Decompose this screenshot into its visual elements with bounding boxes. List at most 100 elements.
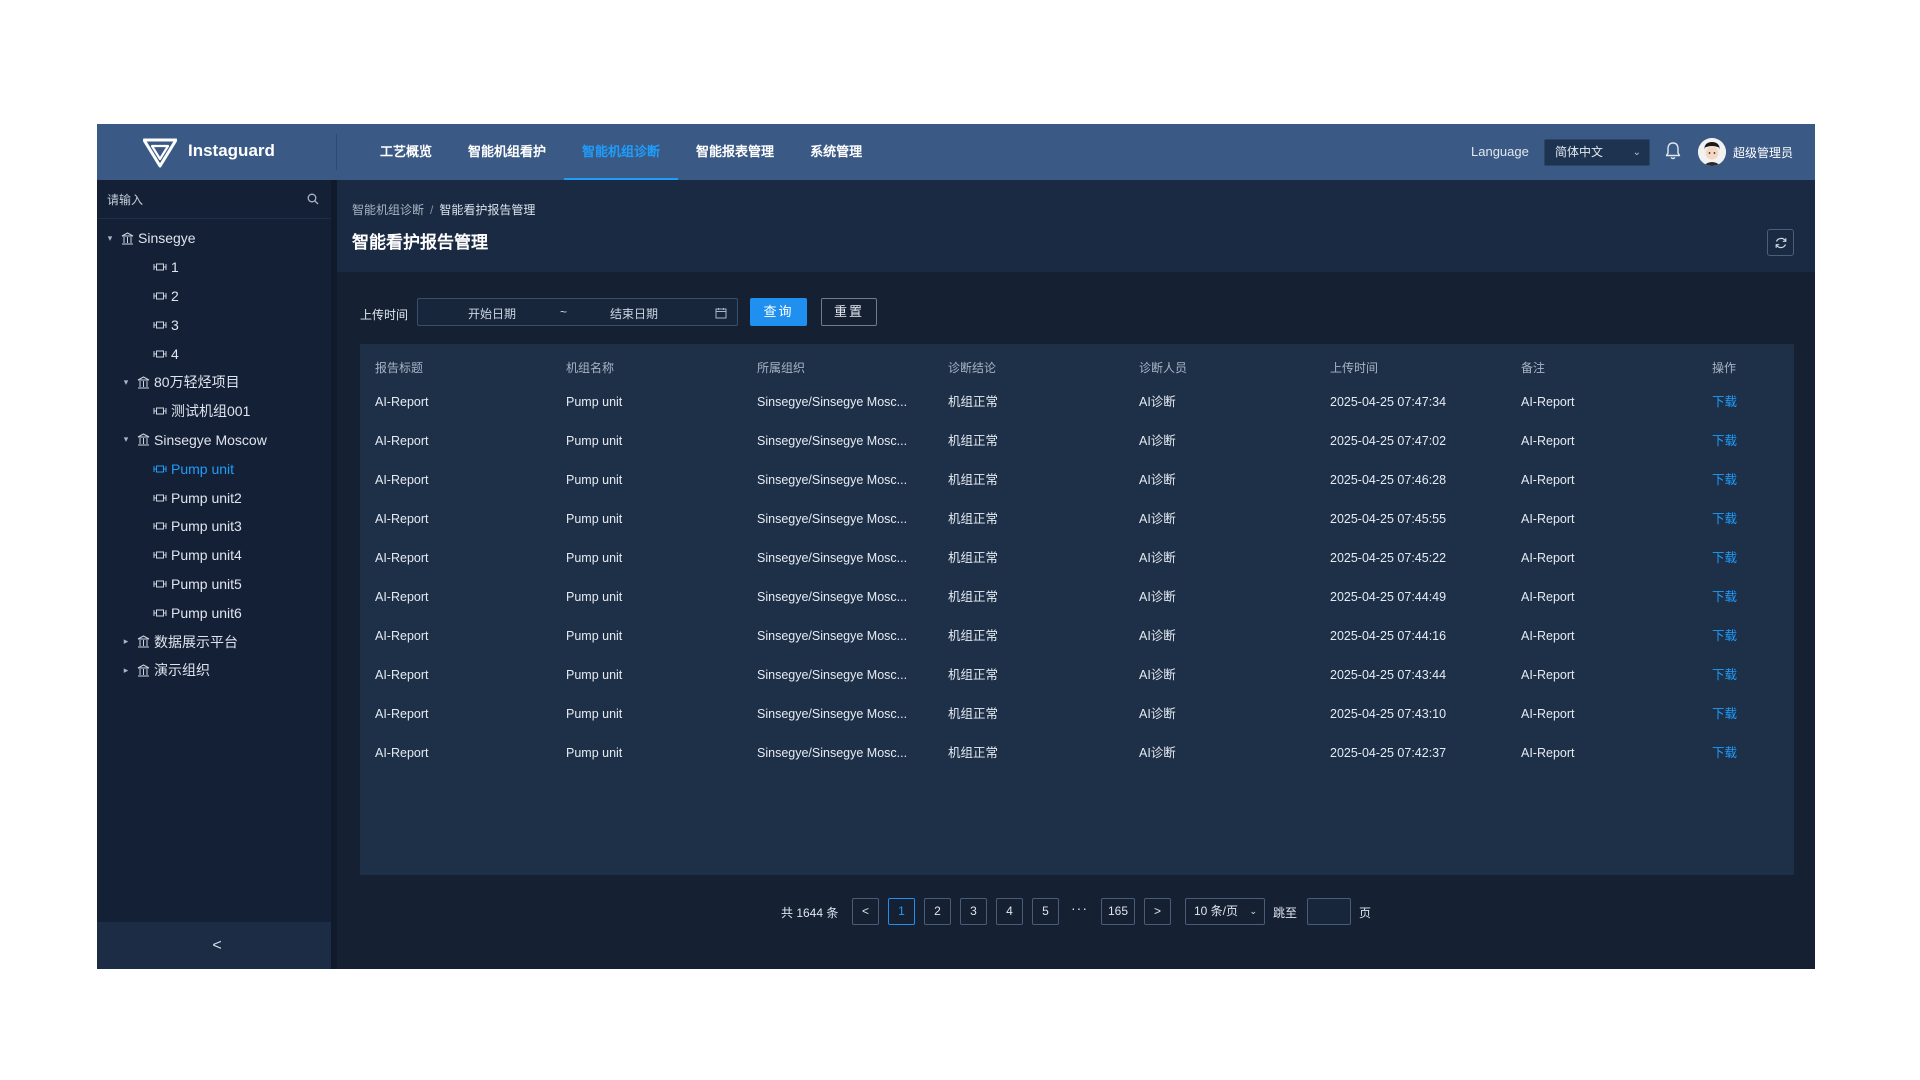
brand[interactable]: Instaguard (97, 124, 337, 180)
tree-node[interactable]: ▾Pump unit3 (97, 512, 331, 541)
bell-icon[interactable] (1664, 141, 1682, 161)
org-icon (137, 433, 150, 446)
org-tree: ▾ Sinsegye ▾1▾2▾3▾4 ▾ 80万轻烃项目 ▾测试机组001 ▾ Sinseg… (97, 224, 331, 685)
download-link[interactable]: 下载 (1712, 461, 1737, 500)
app-window: Instaguard 工艺概览 智能机组看护 智能机组诊断 智能报表管理 系统管… (97, 124, 1815, 969)
tree-node[interactable]: ▾ Sinsegye (97, 224, 331, 253)
diagnosis-result-cell: 机组正常 (948, 551, 999, 565)
download-link[interactable]: 下载 (1712, 656, 1737, 695)
reset-button[interactable]: 重置 (821, 298, 877, 326)
download-link[interactable]: 下载 (1712, 578, 1737, 617)
refresh-button[interactable] (1767, 229, 1794, 256)
download-link[interactable]: 下载 (1712, 695, 1737, 734)
caret-right-icon[interactable]: ▸ (121, 636, 131, 647)
download-link[interactable]: 下载 (1712, 500, 1737, 539)
diagnosis-result-cell: 机组正常 (948, 629, 999, 643)
pagination: 共 1644 条 < 1 2 3 4 5 ··· 165 > 10 条/页 ⌄ … (97, 898, 1815, 928)
refresh-icon (1775, 237, 1786, 248)
prev-page-button[interactable]: < (852, 898, 879, 925)
tree-node-label: Pump unit5 (171, 575, 242, 592)
download-link[interactable]: 下载 (1712, 734, 1737, 773)
tree-search-input[interactable] (105, 188, 299, 212)
diagnosis-result-cell: 机组正常 (948, 707, 999, 721)
collapse-sidebar-button[interactable]: < (97, 922, 337, 969)
download-link[interactable]: 下载 (1712, 383, 1737, 422)
breadcrumb-parent[interactable]: 智能机组诊断 (352, 203, 424, 217)
organization-cell: Sinsegye/Sinsegye Mosc... (757, 668, 908, 682)
diagnostician-cell: AI诊断 (1139, 629, 1176, 643)
tree-node[interactable]: ▾测试机组001 (97, 397, 331, 426)
caret-down-icon[interactable]: ▾ (121, 377, 131, 388)
page-suffix-label: 页 (1359, 906, 1372, 920)
avatar[interactable] (1698, 138, 1726, 166)
unit-name-cell: Pump unit (566, 473, 623, 487)
page-size-value: 10 条/页 (1194, 904, 1239, 918)
download-link[interactable]: 下载 (1712, 422, 1737, 461)
diagnostician-cell: AI诊断 (1139, 551, 1176, 565)
tree-node[interactable]: ▸ 数据展示平台 (97, 627, 331, 656)
main-nav: 工艺概览 智能机组看护 智能机组诊断 智能报表管理 系统管理 (362, 124, 880, 180)
tree-node[interactable]: ▾1 (97, 253, 331, 282)
nav-process-overview[interactable]: 工艺概览 (362, 124, 450, 180)
caret-down-icon[interactable]: ▾ (121, 434, 131, 445)
tree-node-label: 数据展示平台 (154, 633, 238, 650)
page-button-2[interactable]: 2 (924, 898, 951, 925)
goto-page-input[interactable] (1307, 898, 1351, 925)
diagnosis-result-cell: 机组正常 (948, 746, 999, 760)
report-title-cell: AI-Report (375, 551, 429, 565)
date-range-picker[interactable]: 开始日期 ~ 结束日期 (417, 298, 738, 326)
nav-system-management[interactable]: 系统管理 (792, 124, 880, 180)
page-button-4[interactable]: 4 (996, 898, 1023, 925)
org-icon (137, 635, 150, 648)
sidebar-divider (331, 180, 337, 969)
brand-name: Instaguard (188, 141, 275, 160)
tree-node[interactable]: ▸ 演示组织 (97, 656, 331, 685)
breadcrumb-current: 智能看护报告管理 (439, 203, 536, 217)
table-row: AI-Report Pump unit Sinsegye/Sinsegye Mosc… (360, 461, 1794, 500)
nav-unit-diagnosis[interactable]: 智能机组诊断 (564, 124, 679, 180)
report-title-cell: AI-Report (375, 668, 429, 682)
username[interactable]: 超级管理员 (1733, 144, 1793, 161)
tree-node[interactable]: ▾ 80万轻烃项目 (97, 368, 331, 397)
tree-node[interactable]: ▾Pump unit6 (97, 598, 331, 627)
unit-name-cell: Pump unit (566, 590, 623, 604)
page-ellipsis[interactable]: ··· (1071, 900, 1088, 916)
search-icon[interactable] (307, 193, 319, 205)
tree-node[interactable]: ▾Pump unit (97, 454, 331, 483)
language-select[interactable]: 简体中文 ⌄ (1544, 139, 1650, 166)
last-page-button[interactable]: 165 (1101, 898, 1135, 925)
remark-cell: AI-Report (1521, 707, 1575, 721)
tree-node[interactable]: ▾Pump unit2 (97, 483, 331, 512)
download-link[interactable]: 下载 (1712, 539, 1737, 578)
caret-right-icon[interactable]: ▸ (121, 665, 131, 676)
tree-node[interactable]: ▾Pump unit4 (97, 541, 331, 570)
upload-time-label: 上传时间 (360, 308, 409, 322)
diagnostician-cell: AI诊断 (1139, 590, 1176, 604)
nav-unit-care[interactable]: 智能机组看护 (450, 124, 564, 180)
unit-name-cell: Pump unit (566, 746, 623, 760)
tree-node-label: 演示组织 (154, 662, 210, 679)
download-link[interactable]: 下载 (1712, 617, 1737, 656)
next-page-button[interactable]: > (1144, 898, 1171, 925)
tree-node[interactable]: ▾4 (97, 339, 331, 368)
table-row: AI-Report Pump unit Sinsegye/Sinsegye Mosc… (360, 734, 1794, 773)
remark-cell: AI-Report (1521, 473, 1575, 487)
brand-divider (336, 134, 337, 170)
tree-node[interactable]: ▾3 (97, 310, 331, 339)
organization-cell: Sinsegye/Sinsegye Mosc... (757, 551, 908, 565)
page-button-1[interactable]: 1 (888, 898, 915, 925)
page-button-5[interactable]: 5 (1032, 898, 1059, 925)
start-date-input[interactable]: 开始日期 (468, 305, 516, 322)
nav-report-management[interactable]: 智能报表管理 (678, 124, 792, 180)
tree-node[interactable]: ▾Pump unit5 (97, 570, 331, 599)
tree-node[interactable]: ▾2 (97, 282, 331, 311)
tree-node[interactable]: ▾ Sinsegye Moscow (97, 426, 331, 455)
organization-cell: Sinsegye/Sinsegye Mosc... (757, 434, 908, 448)
calendar-icon (715, 308, 727, 319)
page-button-3[interactable]: 3 (960, 898, 987, 925)
caret-down-icon[interactable]: ▾ (105, 233, 115, 244)
query-button[interactable]: 查询 (750, 298, 807, 326)
page-size-select[interactable]: 10 条/页 ⌄ (1185, 898, 1265, 925)
end-date-input[interactable]: 结束日期 (610, 305, 658, 322)
organization-cell: Sinsegye/Sinsegye Mosc... (757, 707, 908, 721)
